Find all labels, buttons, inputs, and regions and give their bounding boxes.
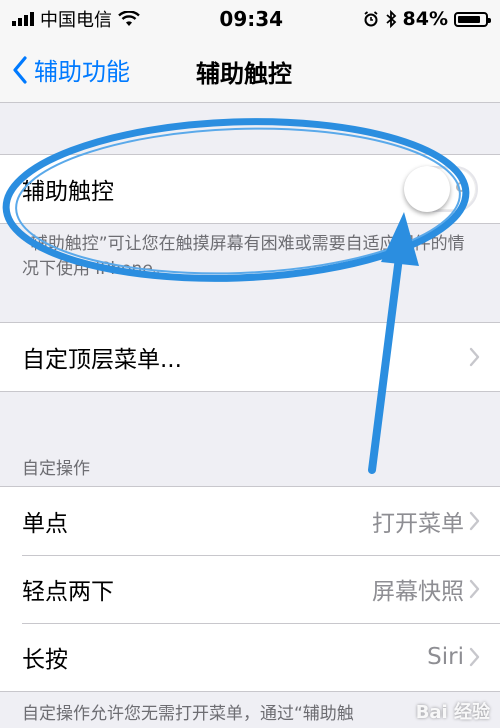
assistive-touch-label: 辅助触控	[22, 179, 114, 205]
cellular-signal-icon	[12, 12, 34, 26]
customize-top-group: 自定顶层菜单...	[0, 322, 500, 392]
assistive-touch-description: “辅助触控”可让您在触摸屏幕有困难或需要自适应配件的情况下使用 iPhone。	[22, 234, 465, 279]
status-left: 中国电信	[12, 6, 140, 32]
wifi-icon	[118, 11, 140, 26]
double-tap-value: 屏幕快照	[372, 579, 464, 605]
single-tap-row[interactable]: 单点 打开菜单	[0, 487, 500, 555]
navigation-bar: 辅助功能 辅助触控	[0, 38, 500, 103]
assistive-touch-row: 辅助触控	[0, 155, 500, 223]
chevron-right-icon	[469, 579, 480, 599]
long-press-value: Siri	[427, 644, 464, 670]
status-bar: 中国电信 09:34 84%	[0, 0, 500, 38]
single-tap-label: 单点	[22, 511, 68, 537]
toggle-knob	[404, 166, 450, 212]
customize-top-menu-row[interactable]: 自定顶层菜单...	[0, 323, 500, 391]
single-tap-value: 打开菜单	[372, 511, 464, 537]
chevron-right-icon	[469, 511, 480, 531]
customize-top-menu-label: 自定顶层菜单...	[22, 347, 182, 373]
custom-actions-group: 单点 打开菜单 轻点两下 屏幕快照 长按 Siri	[0, 486, 500, 692]
custom-actions-header: 自定操作	[22, 459, 90, 479]
double-tap-row[interactable]: 轻点两下 屏幕快照	[0, 555, 500, 623]
battery-percent: 84%	[402, 8, 448, 30]
long-press-label: 长按	[22, 647, 68, 673]
clock: 09:34	[219, 7, 284, 31]
long-press-row[interactable]: 长按 Siri	[0, 623, 500, 691]
assistive-touch-group: 辅助触控	[0, 154, 500, 224]
status-right: 84%	[363, 8, 491, 30]
toggle-off-indicator	[456, 182, 466, 192]
watermark: Bai 经验	[415, 702, 490, 723]
page-title: 辅助触控	[196, 60, 292, 88]
chevron-right-icon	[469, 347, 480, 367]
custom-actions-footer: 自定操作允许您无需打开菜单，通过“辅助触	[22, 704, 354, 724]
assistive-touch-toggle[interactable]	[404, 166, 478, 212]
chevron-right-icon	[469, 647, 480, 667]
alarm-icon	[363, 11, 378, 27]
battery-icon	[454, 11, 491, 27]
battery-fill	[458, 15, 480, 23]
double-tap-label: 轻点两下	[22, 579, 114, 605]
bluetooth-icon	[385, 10, 396, 28]
carrier-label: 中国电信	[40, 10, 112, 31]
